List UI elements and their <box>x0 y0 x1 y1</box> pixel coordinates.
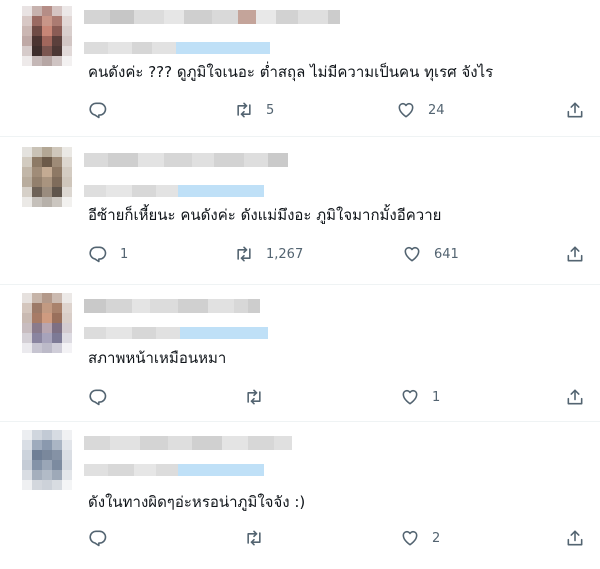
avatar[interactable] <box>22 6 72 66</box>
reply-button[interactable]: 1 <box>88 242 128 266</box>
like-button[interactable]: 2 <box>400 526 440 550</box>
tweet-text: ดังในทางผิดๆอ่ะหรอน่าภูมิใจจัง :) <box>88 493 306 511</box>
username-blurred[interactable] <box>84 153 288 167</box>
tweet-text: สภาพหน้าเหมือนหมา <box>88 349 227 367</box>
heart-icon <box>402 244 422 264</box>
heart-icon <box>400 387 420 407</box>
handle-blurred[interactable] <box>84 185 264 197</box>
tweet[interactable]: สภาพหน้าเหมือนหมา 1 <box>0 285 600 422</box>
share-button[interactable] <box>565 242 585 266</box>
reply-icon <box>88 387 108 407</box>
retweet-count: 5 <box>266 102 275 118</box>
avatar[interactable] <box>22 430 72 490</box>
retweet-button[interactable]: 5 <box>234 98 274 122</box>
reply-icon <box>88 528 108 548</box>
share-icon <box>565 528 585 548</box>
share-button[interactable] <box>565 98 585 122</box>
share-icon <box>565 387 585 407</box>
retweet-button[interactable] <box>244 385 276 409</box>
reply-count: 1 <box>120 246 129 262</box>
tweet[interactable]: อีซ้ายก็เหี้ยนะ คนดังค่ะ ดังแม่มึงอะ ภูม… <box>0 137 600 285</box>
username-blurred[interactable] <box>84 10 340 24</box>
reply-button[interactable] <box>88 526 120 550</box>
reply-icon <box>88 244 108 264</box>
like-count: 1 <box>432 389 441 405</box>
retweet-icon <box>244 528 264 548</box>
retweet-icon <box>234 244 254 264</box>
like-button[interactable]: 1 <box>400 385 440 409</box>
like-button[interactable]: 24 <box>396 98 445 122</box>
reply-button[interactable] <box>88 385 120 409</box>
action-bar: 1 1,267 641 <box>0 242 600 266</box>
share-button[interactable] <box>565 385 585 409</box>
avatar[interactable] <box>22 147 72 207</box>
reply-icon <box>88 100 108 120</box>
username-blurred[interactable] <box>84 299 260 313</box>
reply-feed: คนดังค่ะ ??? ดูภูมิใจเนอะ ต่ำสถุล ไม่มีค… <box>0 0 600 569</box>
like-count: 24 <box>428 102 445 118</box>
retweet-button[interactable]: 1,267 <box>234 242 303 266</box>
share-icon <box>565 100 585 120</box>
tweet[interactable]: ดังในทางผิดๆอ่ะหรอน่าภูมิใจจัง :) 2 <box>0 422 600 569</box>
share-button[interactable] <box>565 526 585 550</box>
avatar[interactable] <box>22 293 72 353</box>
share-icon <box>565 244 585 264</box>
heart-icon <box>400 528 420 548</box>
reply-button[interactable] <box>88 98 120 122</box>
tweet[interactable]: คนดังค่ะ ??? ดูภูมิใจเนอะ ต่ำสถุล ไม่มีค… <box>0 0 600 137</box>
retweet-icon <box>244 387 264 407</box>
like-button[interactable]: 641 <box>402 242 459 266</box>
heart-icon <box>396 100 416 120</box>
retweet-count: 1,267 <box>266 246 304 262</box>
username-blurred[interactable] <box>84 436 292 450</box>
handle-blurred[interactable] <box>84 464 264 476</box>
action-bar: 2 <box>0 526 600 550</box>
tweet-text: คนดังค่ะ ??? ดูภูมิใจเนอะ ต่ำสถุล ไม่มีค… <box>88 63 494 81</box>
action-bar: 5 24 <box>0 98 600 122</box>
action-bar: 1 <box>0 385 600 409</box>
like-count: 641 <box>434 246 459 262</box>
tweet-text: อีซ้ายก็เหี้ยนะ คนดังค่ะ ดังแม่มึงอะ ภูม… <box>88 206 442 224</box>
retweet-icon <box>234 100 254 120</box>
like-count: 2 <box>432 530 441 546</box>
retweet-button[interactable] <box>244 526 276 550</box>
handle-blurred[interactable] <box>84 327 268 339</box>
handle-blurred[interactable] <box>84 42 270 54</box>
